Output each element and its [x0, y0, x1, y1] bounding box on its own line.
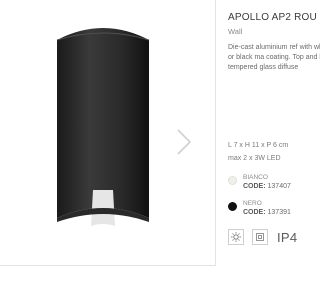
product-power: max 2 x 3W LED	[228, 155, 281, 162]
led-lamp-icon	[228, 229, 244, 245]
product-image	[53, 22, 153, 238]
chevron-right-icon	[177, 129, 192, 155]
class-2-icon	[252, 229, 268, 245]
finish-name: NERO	[243, 200, 262, 207]
finish-swatch-nero	[228, 202, 237, 211]
finish-code: CODE: 137391	[243, 209, 291, 216]
product-description: Die-cast aluminium ref with white or bla…	[228, 44, 320, 72]
product-dimensions: L 7 x H 11 x P 6 cm	[228, 142, 289, 149]
finish-swatch-bianco	[228, 176, 237, 185]
product-category: Wall	[228, 27, 243, 36]
product-title: APOLLO AP2 ROU	[228, 12, 317, 23]
finish-name: BIANCO	[243, 174, 268, 181]
next-image-button[interactable]	[175, 128, 193, 156]
finish-code: CODE: 137407	[243, 183, 291, 190]
wall-lamp-illustration	[56, 28, 150, 226]
ip-rating: IP4	[277, 230, 298, 245]
product-image-panel	[0, 0, 216, 266]
